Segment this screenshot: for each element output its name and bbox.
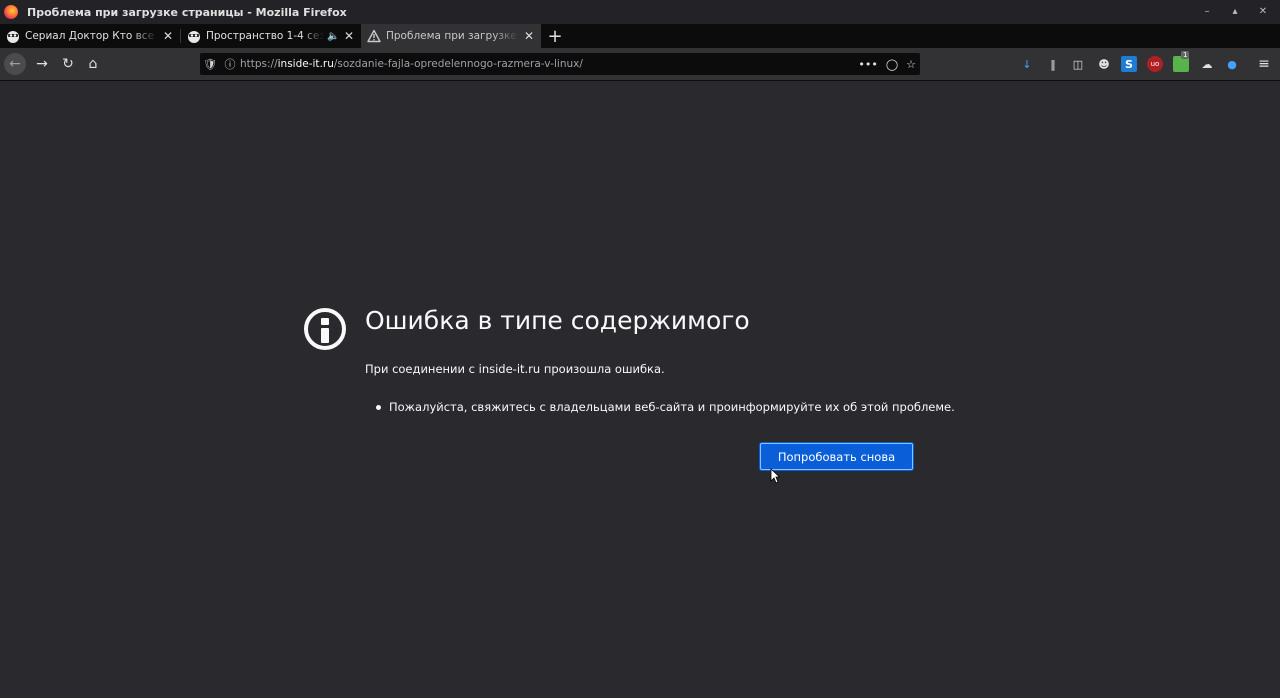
error-page: Ошибка в типе содержимого При соединении… [0,82,1280,698]
url-host: inside-it.ru [277,58,334,70]
home-icon[interactable]: ⌂ [82,53,104,75]
info-bar [321,328,329,343]
minimize-icon[interactable]: – [1200,5,1214,19]
error-description: При соединении с inside-it.ru произошла … [365,362,665,376]
site-favicon-icon [188,31,200,43]
shield-icon[interactable]: 🛡 [200,53,220,75]
try-again-button[interactable]: Попробовать снова [760,443,913,470]
pocket-icon[interactable]: ◯ [886,58,898,71]
cloud-icon[interactable]: ☁ [1199,56,1215,72]
extension-s-icon[interactable]: S [1121,56,1137,72]
account-icon[interactable]: ☻ [1096,56,1112,72]
download-icon[interactable]: ↓ [1019,56,1035,72]
error-list-text: Пожалуйста, свяжитесь с владельцами веб-… [389,400,955,414]
maximize-icon[interactable]: ▴ [1228,5,1242,19]
menu-icon[interactable]: ≡ [1256,56,1272,72]
tab-doctor-who[interactable]: Сериал Доктор Кто все сезоны ✕ [0,24,180,48]
tab-label: Проблема при загрузке страницы [386,30,519,42]
forward-icon[interactable]: → [31,53,53,75]
window-controls: – ▴ ✕ [1200,0,1270,24]
tab-close-icon[interactable]: ✕ [343,30,355,42]
site-favicon-icon [7,31,19,43]
window-titlebar: Проблема при загрузке страницы - Mozilla… [0,0,1280,24]
library-icon[interactable]: ‖ [1045,56,1061,72]
tab-label: Пространство 1-4 сезон [206,30,324,42]
navigation-toolbar: ← → ↻ ⌂ 🛡 ⓘ https://inside-it.ru/sozdani… [0,48,1280,81]
close-window-icon[interactable]: ✕ [1256,5,1270,19]
error-title: Ошибка в типе содержимого [365,306,750,335]
error-list-item: Пожалуйста, свяжитесь с владельцами веб-… [376,400,955,414]
tab-strip: Сериал Доктор Кто все сезоны ✕ Пространс… [0,24,1280,48]
more-icon[interactable]: ••• [858,58,877,71]
back-icon[interactable]: ← [4,53,26,75]
sidebar-icon[interactable]: ◫ [1070,56,1086,72]
error-info-icon [304,308,346,350]
window-title: Проблема при загрузке страницы - Mozilla… [27,5,347,19]
extension-green-icon[interactable]: 1 [1173,51,1190,72]
mouse-cursor-icon [770,468,780,484]
ublock-icon[interactable]: uo [1147,56,1163,72]
info-dot [321,318,329,325]
bullet [376,404,381,410]
url-scheme: https:// [240,58,278,70]
speaker-icon[interactable]: 🔈 [327,31,339,42]
tab-label: Сериал Доктор Кто все сезоны [25,30,158,42]
tab-error-page[interactable]: Проблема при загрузке страницы ✕ [361,24,541,48]
url-bar[interactable]: 🛡 ⓘ https://inside-it.ru/sozdanie-fajla-… [200,53,920,75]
new-tab-button[interactable]: + [541,24,569,48]
extension-badge: 1 [1181,51,1190,59]
url-path: /sozdanie-fajla-opredelennogo-razmera-v-… [333,58,583,70]
info-icon[interactable]: ⓘ [220,53,240,75]
profile-icon[interactable]: ● [1224,56,1240,72]
star-icon[interactable]: ☆ [906,58,916,71]
warning-icon [367,29,381,43]
firefox-logo-icon [4,5,18,19]
reload-icon[interactable]: ↻ [57,53,79,75]
tab-close-icon[interactable]: ✕ [523,30,535,42]
tab-close-icon[interactable]: ✕ [162,30,174,42]
tab-prostranstvo[interactable]: Пространство 1-4 сезон 🔈 ✕ [181,24,361,48]
